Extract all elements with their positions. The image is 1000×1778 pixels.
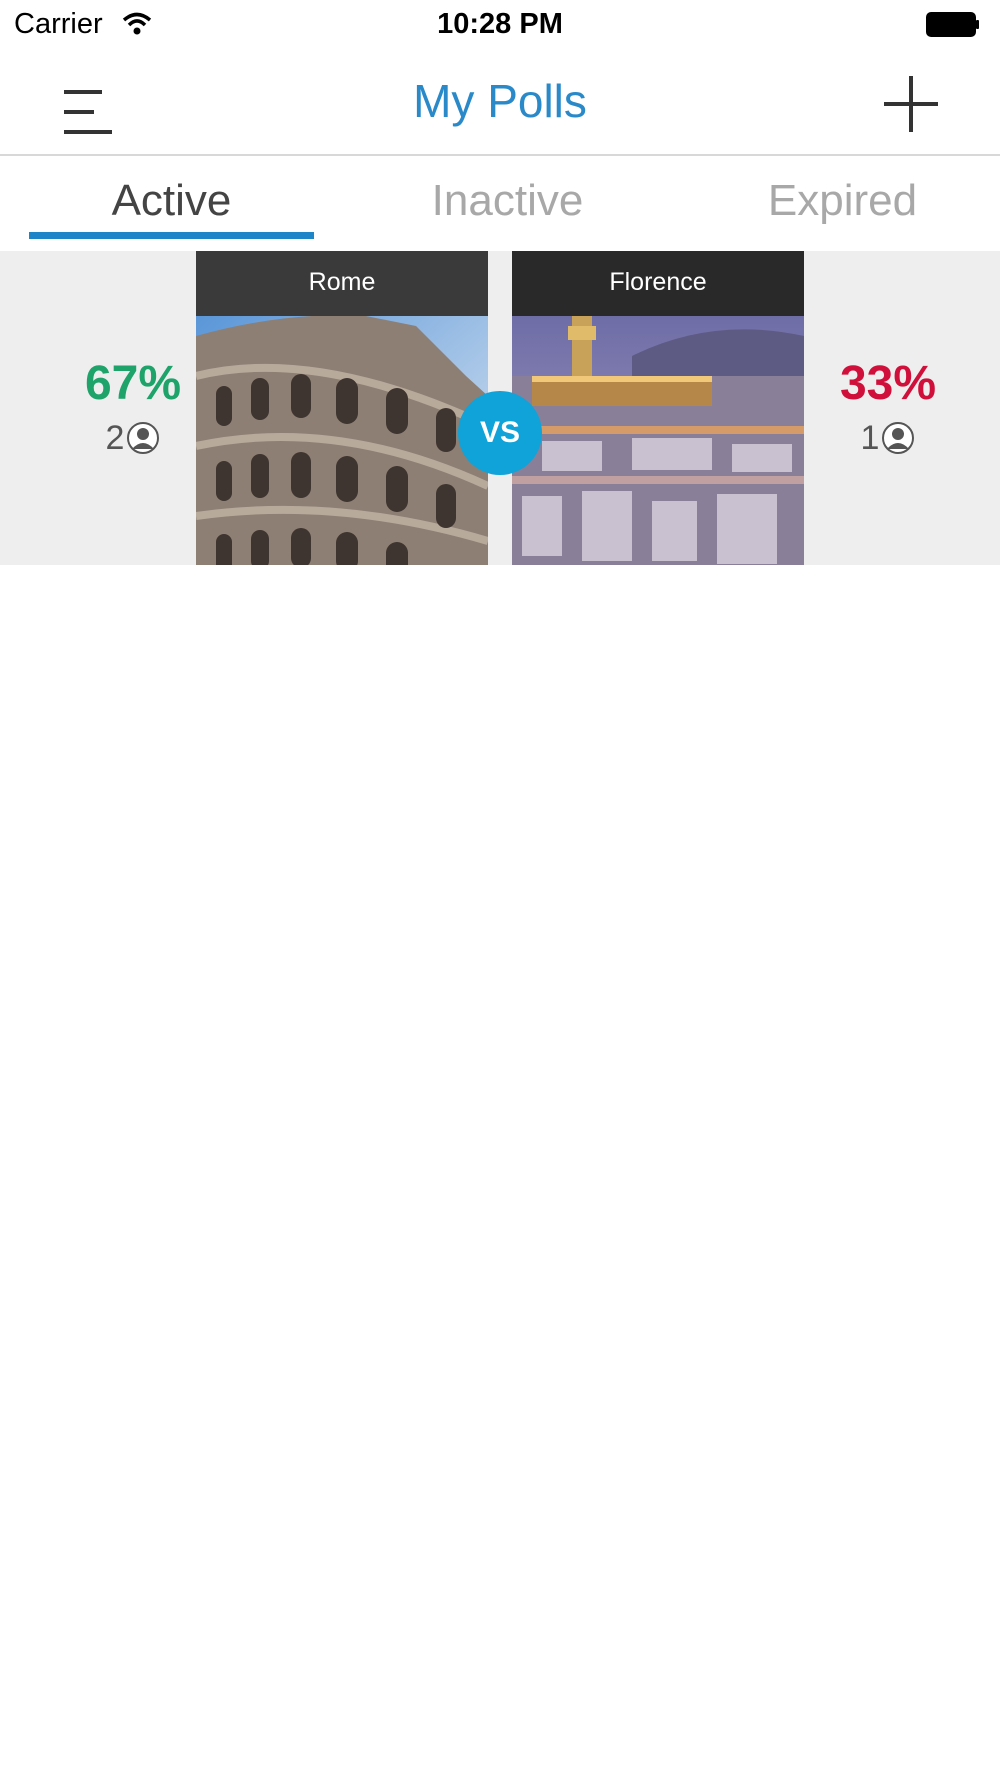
rome-votes: 2 [105,419,125,457]
poll-card[interactable]: 67% 2 Rome Florence VS 33% 1 [0,251,1000,565]
florence-label: Florence [512,251,804,316]
rome-label: Rome [196,251,488,316]
florence-percent: 33% [839,357,937,410]
add-poll-button[interactable] [876,70,942,136]
rome-percent: 67% [84,357,182,410]
active-tab-indicator [29,232,314,239]
page-title: My Polls [413,75,587,127]
tab-active[interactable]: Active [29,176,314,226]
florence-votes: 1 [860,419,880,457]
tab-inactive[interactable]: Inactive [365,176,650,226]
florence-vote-count: 1 [818,419,958,458]
option-rome[interactable]: Rome [196,251,488,565]
clock: 10:28 PM [437,8,563,40]
vs-badge: VS [458,391,542,475]
battery-icon [926,12,979,37]
rome-vote-count: 2 [63,419,203,458]
option-florence[interactable]: Florence [512,251,804,565]
poll-tabs: Active Inactive Expired [0,156,1000,248]
colosseum-image [196,316,488,565]
navigation-bar: My Polls [0,52,1000,156]
florence-cityscape-image [512,316,804,565]
tab-expired[interactable]: Expired [700,176,985,226]
user-icon [127,422,160,454]
status-bar: Carrier 10:28 PM [0,0,1000,52]
user-icon [882,422,915,454]
